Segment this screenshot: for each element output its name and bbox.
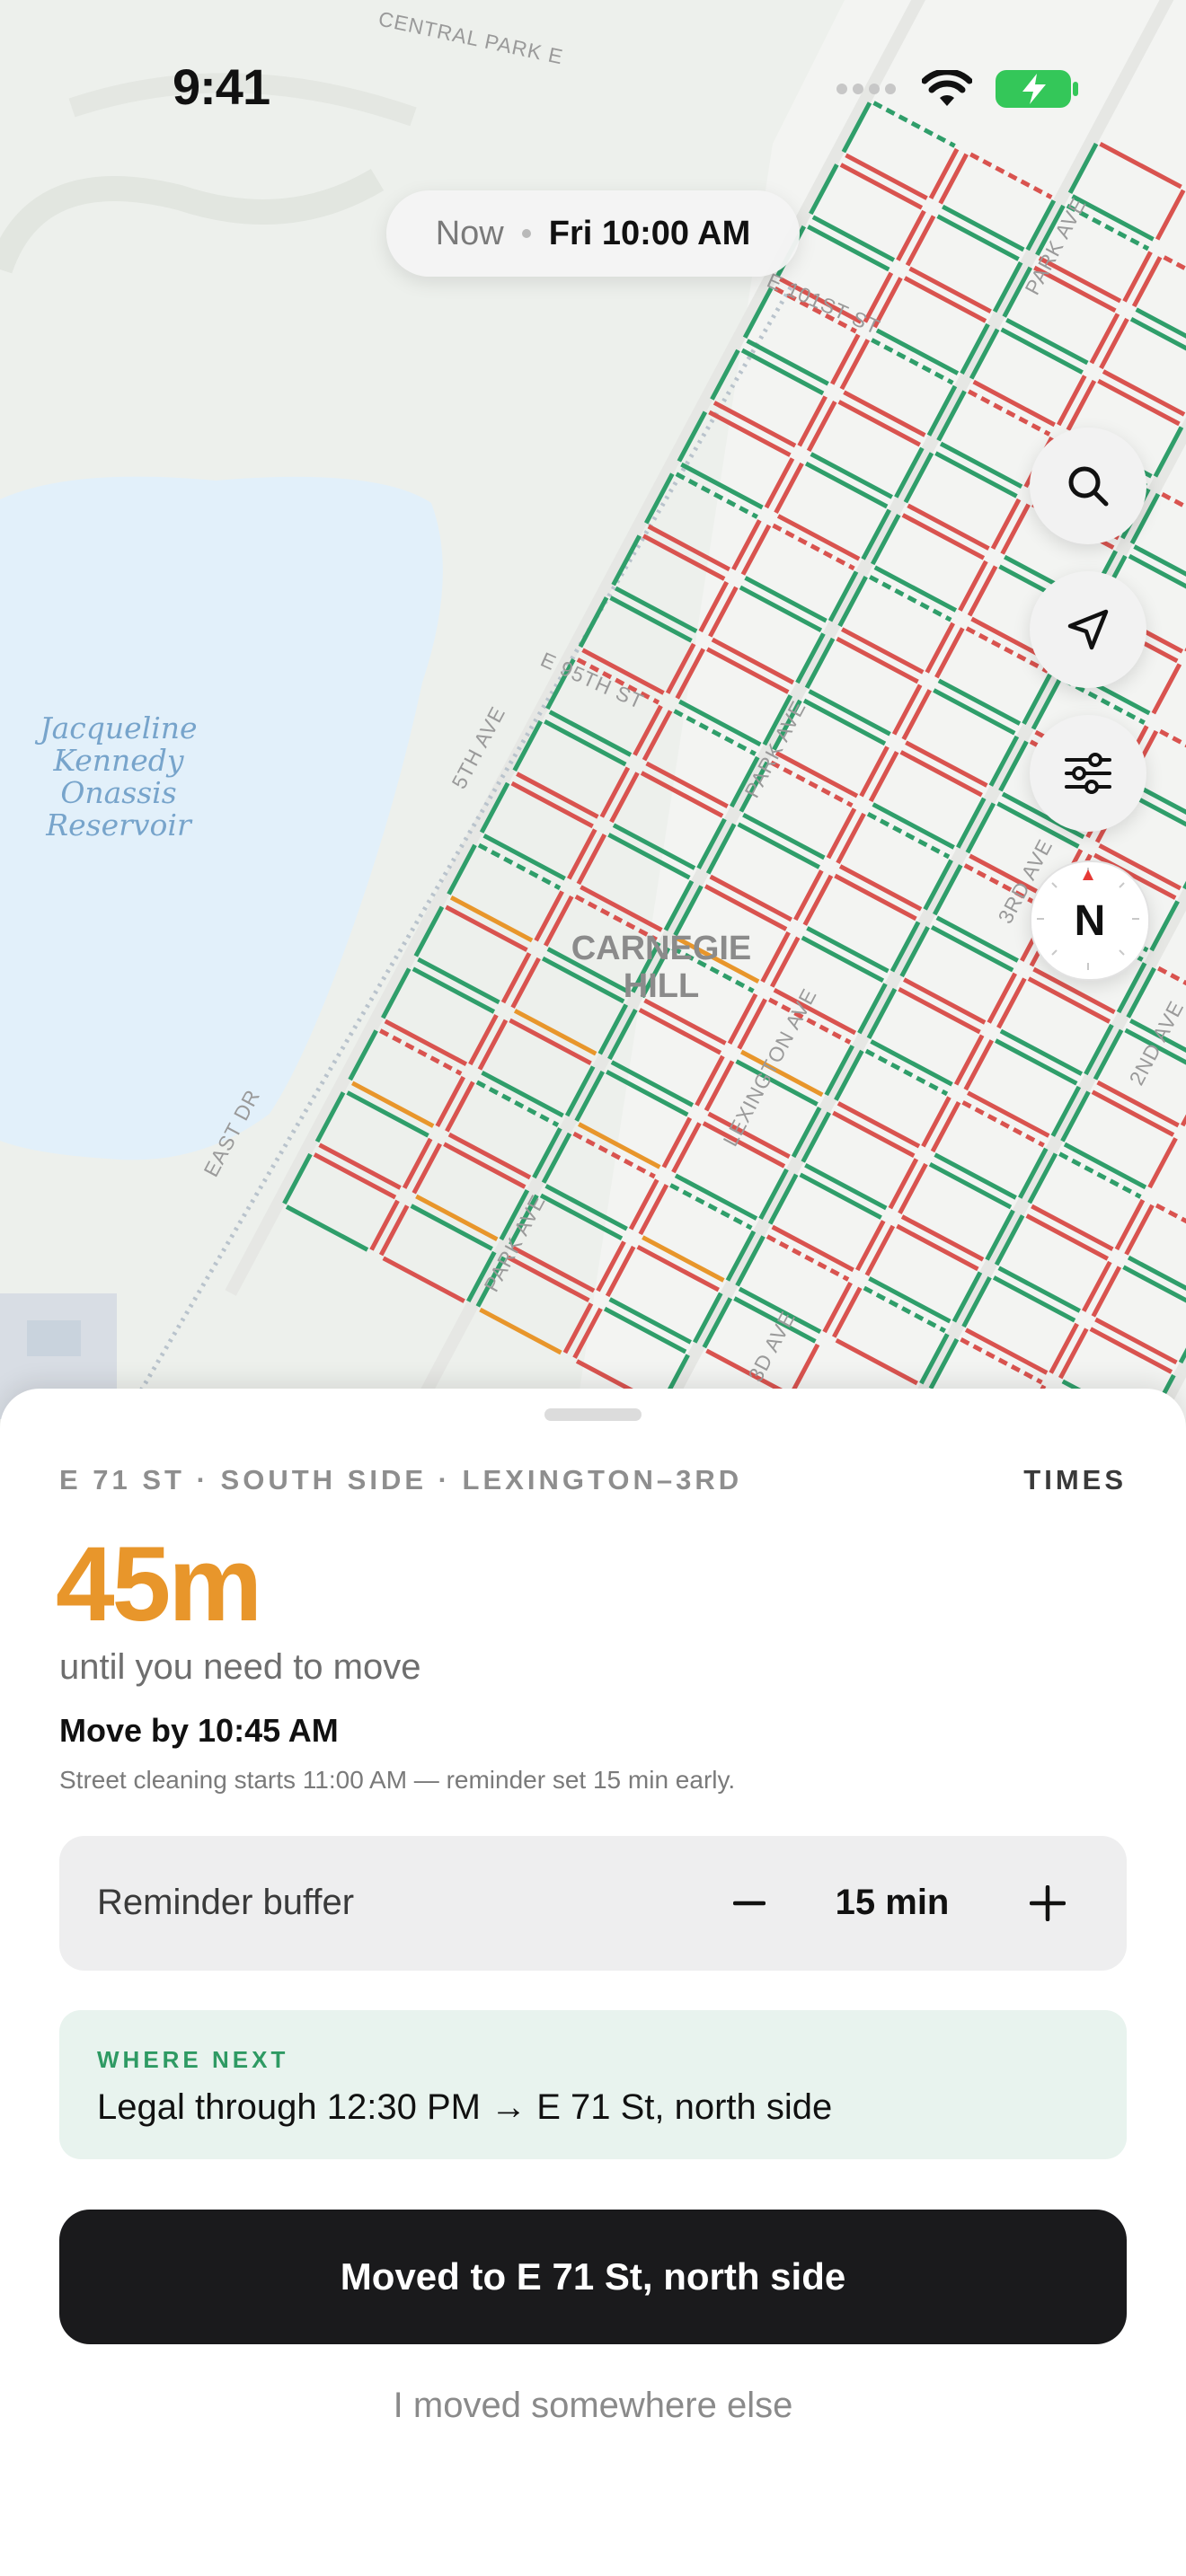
compass-button[interactable]: N <box>1030 860 1150 981</box>
reservoir-label-1: Jacqueline <box>34 710 197 745</box>
decrease-buffer-button[interactable] <box>722 1876 776 1930</box>
parked-location: E 71 ST · SOUTH SIDE · LEXINGTON–3RD <box>59 1464 743 1495</box>
status-time: 9:41 <box>173 58 270 115</box>
status-indicators <box>836 66 1078 111</box>
reservoir-label-4: Reservoir <box>45 807 193 842</box>
selected-time: Fri 10:00 AM <box>548 214 751 252</box>
cleaning-note: Street cleaning starts 11:00 AM — remind… <box>59 1766 736 1794</box>
where-next-title: WHERE NEXT <box>97 2046 289 2073</box>
sheet-grabber[interactable] <box>544 1408 642 1421</box>
separator-dot <box>521 229 531 238</box>
increase-buffer-button[interactable] <box>1021 1876 1075 1930</box>
moved-confirm-button[interactable]: Moved to E 71 St, north side <box>59 2210 1127 2344</box>
countdown-caption: until you need to move <box>59 1647 421 1687</box>
times-link[interactable]: TIMES <box>1023 1464 1127 1496</box>
where-next-text: Legal through 12:30 PM → E 71 St, north … <box>97 2087 833 2127</box>
cellular-signal-icon <box>836 84 896 94</box>
where-next-card[interactable]: WHERE NEXT Legal through 12:30 PM → E 71… <box>59 2010 1127 2159</box>
moved-elsewhere-link[interactable]: I moved somewhere else <box>0 2386 1186 2426</box>
parking-status-sheet: E 71 ST · SOUTH SIDE · LEXINGTON–3RD TIM… <box>0 1389 1186 2576</box>
plus-icon <box>1030 1885 1066 1921</box>
search-icon <box>1068 466 1109 507</box>
compass-north-label: N <box>1074 896 1106 945</box>
location-arrow-icon <box>1067 609 1109 650</box>
reminder-buffer-label: Reminder buffer <box>97 1883 355 1922</box>
filters-button[interactable] <box>1030 715 1146 832</box>
wifi-icon <box>922 70 972 106</box>
sliders-icon <box>1065 753 1111 794</box>
reminder-buffer-stepper: Reminder buffer 15 min <box>59 1836 1127 1971</box>
move-by-time: Move by 10:45 AM <box>59 1712 339 1749</box>
battery-charging-icon <box>996 70 1078 108</box>
time-selector-pill[interactable]: Now Fri 10:00 AM <box>386 190 800 277</box>
reminder-buffer-value: 15 min <box>835 1883 950 1922</box>
neighborhood-label-2: HILL <box>624 967 699 1005</box>
minus-icon <box>733 1901 766 1906</box>
locate-me-button[interactable] <box>1030 571 1146 688</box>
reservoir-label-3: Onassis <box>60 775 176 810</box>
time-mode-label: Now <box>435 214 504 252</box>
neighborhood-label-1: CARNEGIE <box>571 930 752 967</box>
reservoir-label-2: Kennedy <box>52 743 183 778</box>
search-button[interactable] <box>1030 428 1146 544</box>
countdown-value: 45m <box>56 1525 262 1644</box>
